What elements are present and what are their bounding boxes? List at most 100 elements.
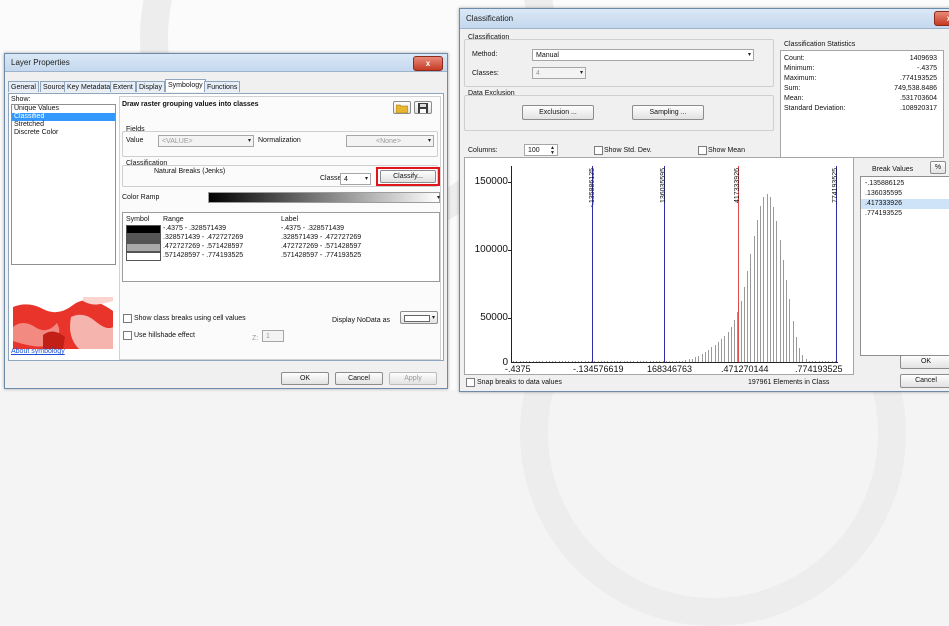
show-class-breaks-checkbox[interactable] [123, 314, 132, 323]
label-cell[interactable]: -.4375 - .328571439 [281, 225, 344, 232]
break-value-item[interactable]: .136035595 [861, 189, 949, 199]
histogram-bar [545, 361, 547, 362]
label-header: Label [281, 216, 299, 223]
histogram-bar [779, 239, 781, 362]
table-row[interactable]: .472727269 - .571428597 .472727269 - .57… [123, 243, 439, 252]
histogram-bar [558, 361, 560, 362]
show-item-unique-values[interactable]: Unique Values [12, 105, 115, 113]
histogram-bar [734, 320, 736, 362]
normalization-label: Normalization [258, 137, 301, 144]
histogram-bar [756, 219, 758, 362]
histogram-bar [753, 236, 755, 362]
histogram-bar [574, 361, 576, 362]
show-item-stretched[interactable]: Stretched [12, 121, 115, 129]
tab-general[interactable]: General [8, 81, 39, 92]
ok-button[interactable]: OK [281, 372, 329, 385]
histogram-bar [594, 360, 596, 362]
tab-key-metadata[interactable]: Key Metadata [64, 81, 114, 92]
tab-display[interactable]: Display [136, 81, 165, 92]
classes-select[interactable]: 4 ▾ [340, 173, 371, 185]
symbol-swatch[interactable] [126, 225, 161, 234]
range-cell: .571428597 - .774193525 [163, 252, 244, 259]
symbology-panel: Show: Unique Values Classified Stretched… [8, 93, 444, 361]
break-value-item[interactable]: .774193525 [861, 209, 949, 219]
z-factor-field[interactable]: 1 [262, 330, 284, 342]
histogram-bar [516, 361, 518, 362]
symbol-swatch[interactable] [126, 243, 161, 252]
table-row[interactable]: .571428597 - .774193525 .571428597 - .77… [123, 252, 439, 261]
stats-value: .531703604 [900, 95, 937, 102]
show-mean-checkbox[interactable] [698, 146, 707, 155]
histogram-bar [633, 360, 635, 362]
hillshade-checkbox[interactable] [123, 331, 132, 340]
z-factor-value: 1 [266, 333, 270, 340]
symbol-swatch[interactable] [126, 234, 161, 243]
histogram-bar [623, 360, 625, 362]
histogram-bar [760, 205, 762, 362]
value-field-text: <VALUE> [162, 138, 193, 145]
label-cell[interactable]: .571428597 - .774193525 [281, 252, 361, 259]
classes-select[interactable]: 4 ▾ [532, 67, 586, 79]
show-std-dev-checkbox[interactable] [594, 146, 603, 155]
show-item-classified[interactable]: Classified [12, 113, 115, 121]
tab-extent[interactable]: Extent [110, 81, 136, 92]
stats-key: Standard Deviation: [784, 105, 846, 112]
classes-label: Classes: [472, 70, 499, 77]
range-cell: .328571439 - .472727269 [163, 234, 244, 241]
value-label: Value [126, 137, 144, 144]
about-symbology-link[interactable]: About symbology [11, 348, 65, 355]
label-cell[interactable]: .472727269 - .571428597 [281, 243, 361, 250]
table-row[interactable]: .328571439 - .472727269 .328571439 - .47… [123, 234, 439, 243]
layer-properties-window: Layer Properties x General Source Key Me… [4, 53, 448, 389]
save-button[interactable] [414, 101, 432, 114]
histogram-bar [552, 361, 554, 362]
symbology-preview-image [13, 297, 113, 349]
open-folder-button[interactable] [393, 101, 411, 114]
histogram-plot-area[interactable] [508, 166, 838, 363]
table-row[interactable]: -.4375 - .328571439 -.4375 - .328571439 [123, 225, 439, 234]
value-field-select[interactable]: <VALUE> ▾ [158, 135, 254, 147]
nodata-color-button[interactable]: ▾ [400, 311, 438, 324]
method-select[interactable]: Manual ▾ [532, 49, 754, 61]
columns-spinner[interactable]: 100 ▲ ▼ [524, 144, 558, 156]
histogram-bar [815, 361, 817, 362]
histogram-bar [682, 360, 684, 362]
percent-button[interactable]: % [930, 161, 946, 174]
snap-breaks-checkbox[interactable] [466, 378, 475, 387]
color-ramp-select[interactable]: ▾ [208, 192, 440, 203]
symbol-swatch[interactable] [126, 252, 161, 261]
normalization-select[interactable]: <None> ▾ [346, 135, 434, 147]
cancel-button[interactable]: Cancel [900, 374, 949, 388]
histogram-bar [812, 361, 814, 362]
apply-button[interactable]: Apply [389, 372, 437, 385]
histogram-panel[interactable]: 150000 100000 50000 0 -.135886125 136035… [464, 157, 854, 375]
close-button[interactable]: x [413, 56, 443, 71]
show-item-discrete-color[interactable]: Discrete Color [12, 129, 115, 137]
histogram-bar [769, 197, 771, 362]
classification-window: Classification x Classification Method: … [459, 8, 949, 392]
cancel-button[interactable]: Cancel [335, 372, 383, 385]
spinner-arrows-icon[interactable]: ▲ ▼ [550, 146, 555, 156]
tab-symbology[interactable]: Symbology [165, 79, 206, 92]
symbol-header: Symbol [126, 216, 150, 223]
color-ramp-label: Color Ramp [122, 194, 160, 201]
symbology-heading: Draw raster grouping values into classes [122, 101, 259, 108]
close-button[interactable]: x [934, 11, 949, 26]
break-value-item-selected[interactable]: .417333926 [861, 199, 949, 209]
class-table: Symbol Range Label -.4375 - .328571439 -… [122, 212, 440, 282]
histogram-bar [789, 299, 791, 362]
tab-functions[interactable]: Functions [204, 81, 241, 92]
stats-value: .108920317 [900, 105, 937, 112]
exclusion-button[interactable]: Exclusion ... [522, 105, 594, 120]
classify-button[interactable]: Classify... [380, 170, 436, 183]
stats-value: -.4375 [917, 65, 937, 72]
break-values-label: Break Values [872, 166, 914, 173]
break-value-item[interactable]: -.135886125 [861, 179, 949, 189]
x-tick-label: -.4375 [505, 364, 531, 374]
histogram-bar [685, 360, 687, 362]
floppy-disk-icon [418, 103, 428, 113]
range-header: Range [163, 216, 184, 223]
ok-button[interactable]: OK [900, 355, 949, 369]
sampling-button[interactable]: Sampling ... [632, 105, 704, 120]
label-cell[interactable]: .328571439 - .472727269 [281, 234, 361, 241]
